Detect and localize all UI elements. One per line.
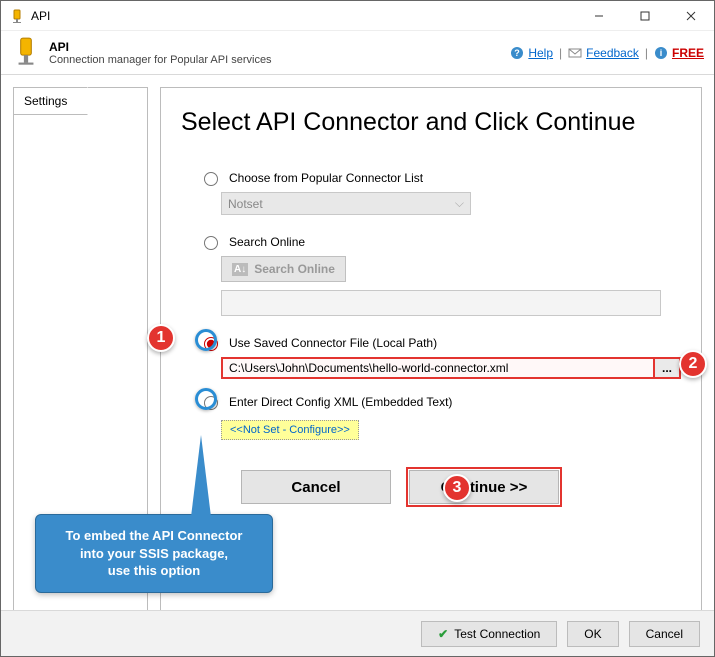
option-popular[interactable]: Choose from Popular Connector List — [199, 169, 681, 186]
radio-popular[interactable] — [204, 172, 218, 186]
radio-search[interactable] — [204, 236, 218, 250]
header-links: ? Help | Feedback | i FREE — [510, 46, 704, 60]
option-direct-xml[interactable]: Enter Direct Config XML (Embedded Text) — [199, 393, 681, 410]
test-connection-button[interactable]: ✔ Test Connection — [421, 621, 557, 647]
body: Settings Select API Connector and Click … — [1, 75, 714, 615]
popular-select-value: Notset — [228, 197, 263, 211]
chevron-down-icon: ⌵ — [455, 196, 464, 211]
mail-icon — [568, 46, 582, 60]
search-online-label: Search Online — [254, 262, 335, 276]
radio-search-label: Search Online — [229, 235, 305, 249]
check-icon: ✔ — [438, 627, 448, 641]
app-desc: Connection manager for Popular API servi… — [49, 54, 510, 66]
search-results-box — [221, 290, 661, 316]
maximize-button[interactable] — [622, 1, 668, 31]
window-title: API — [31, 9, 576, 23]
app-name: API — [49, 40, 510, 54]
radio-xml[interactable] — [204, 396, 218, 410]
popular-select[interactable]: Notset ⌵ — [221, 192, 471, 215]
page-title: Select API Connector and Click Continue — [181, 108, 681, 137]
xml-configure-link[interactable]: <<Not Set - Configure>> — [221, 420, 359, 440]
search-online-button[interactable]: A↓ Search Online — [221, 256, 346, 282]
saved-path-input[interactable] — [221, 357, 655, 379]
app-icon — [9, 8, 25, 24]
callout-line2: into your SSIS package, — [50, 545, 258, 563]
radio-xml-label: Enter Direct Config XML (Embedded Text) — [229, 395, 452, 409]
browse-button[interactable]: ... — [655, 357, 681, 379]
option-search[interactable]: Search Online — [199, 233, 681, 250]
help-icon: ? — [510, 46, 524, 60]
radio-saved[interactable] — [204, 337, 218, 351]
callout-line3: use this option — [50, 562, 258, 580]
svg-text:?: ? — [515, 48, 521, 58]
app-large-icon — [11, 35, 41, 71]
tab-settings[interactable]: Settings — [13, 87, 88, 115]
close-button[interactable] — [668, 1, 714, 31]
help-link[interactable]: Help — [528, 46, 553, 60]
feedback-link[interactable]: Feedback — [586, 46, 639, 60]
ok-button[interactable]: OK — [567, 621, 618, 647]
header-text: API Connection manager for Popular API s… — [49, 40, 510, 66]
callout-line1: To embed the API Connector — [50, 527, 258, 545]
option-saved-file[interactable]: Use Saved Connector File (Local Path) — [199, 334, 681, 351]
badge-3: 3 — [443, 474, 471, 502]
cancel-button[interactable]: Cancel — [241, 470, 391, 504]
svg-text:i: i — [660, 48, 663, 58]
radio-popular-label: Choose from Popular Connector List — [229, 171, 423, 185]
info-icon: i — [654, 46, 668, 60]
free-link[interactable]: FREE — [672, 46, 704, 60]
callout-tooltip: To embed the API Connector into your SSI… — [35, 514, 273, 593]
badge-1: 1 — [147, 324, 175, 352]
sort-icon: A↓ — [232, 263, 248, 276]
badge-2: 2 — [679, 350, 707, 378]
radio-saved-label: Use Saved Connector File (Local Path) — [229, 336, 437, 350]
footer-cancel-button[interactable]: Cancel — [629, 621, 700, 647]
continue-button[interactable]: Continue >> — [409, 470, 559, 504]
footer: ✔ Test Connection OK Cancel — [1, 610, 714, 656]
titlebar: API — [1, 1, 714, 31]
header: API Connection manager for Popular API s… — [1, 31, 714, 75]
test-connection-label: Test Connection — [454, 627, 540, 641]
minimize-button[interactable] — [576, 1, 622, 31]
